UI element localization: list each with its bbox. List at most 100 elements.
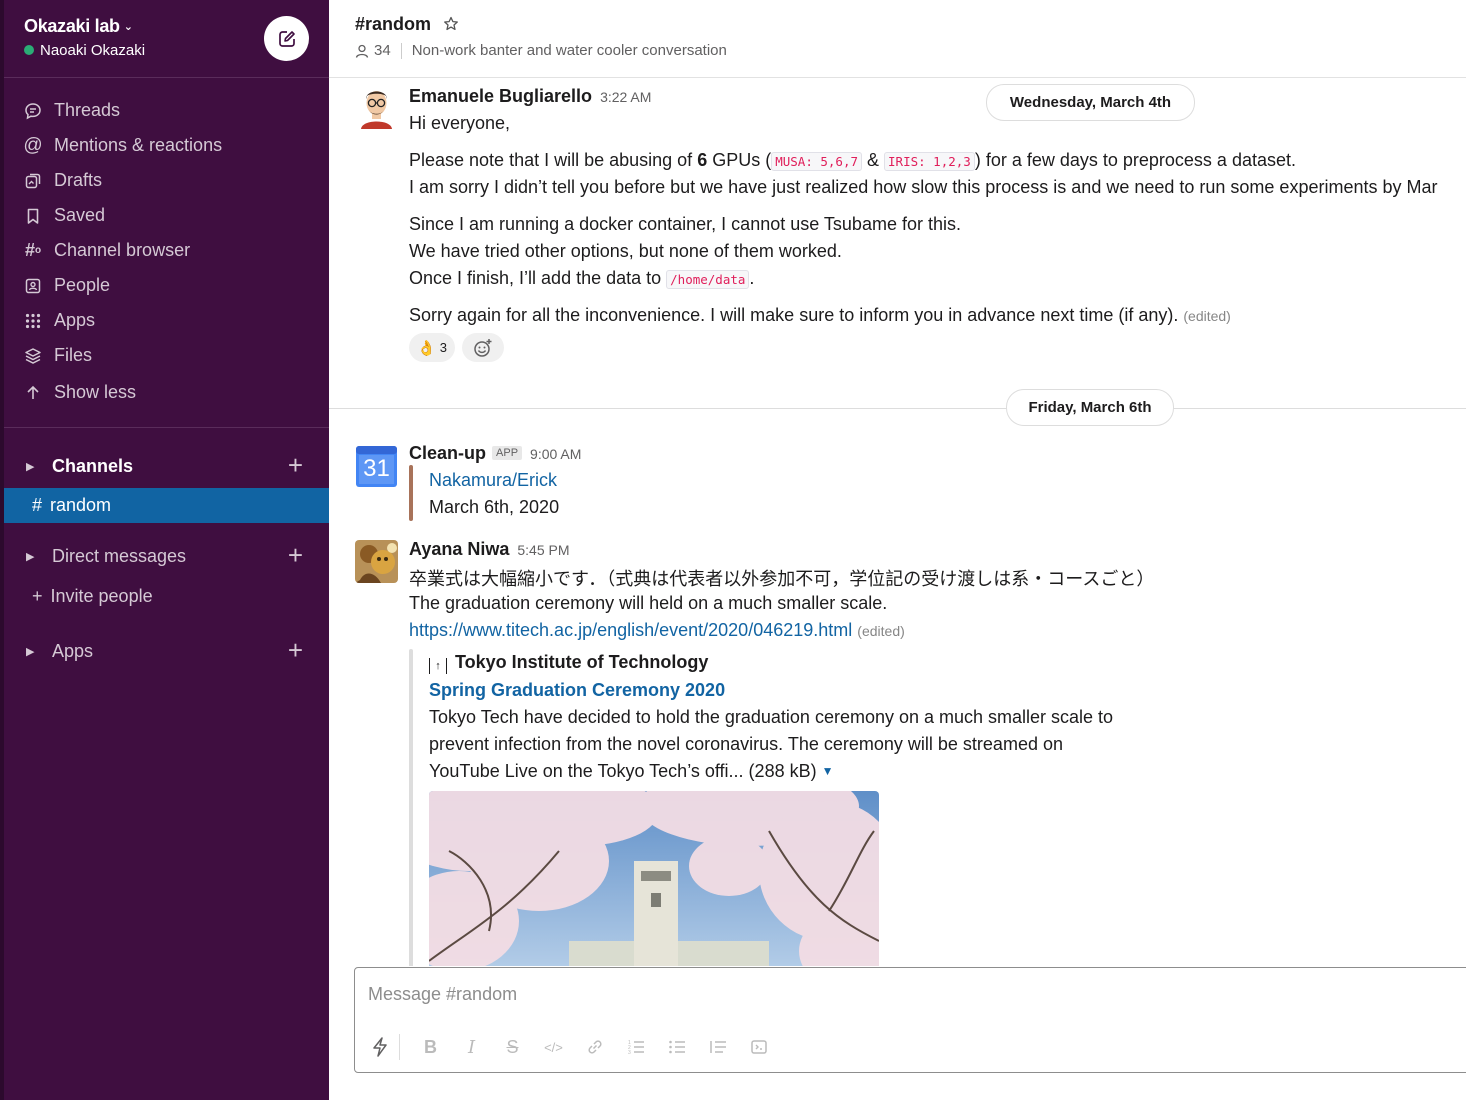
sidebar-nav: Threads @ Mentions & reactions Drafts Sa… xyxy=(4,93,329,410)
text-fragment: ) for a few days to preprocess a dataset… xyxy=(974,150,1296,170)
sidebar-item-mentions[interactable]: @ Mentions & reactions xyxy=(4,128,329,163)
sidebar-channel-random[interactable]: # random xyxy=(4,488,329,523)
drafts-icon xyxy=(24,172,42,190)
message-timestamp[interactable]: 5:45 PM xyxy=(517,542,569,558)
caret-right-icon: ▶ xyxy=(26,645,35,658)
sidebar-item-channel-browser[interactable]: # o Channel browser xyxy=(4,233,329,268)
channel-title[interactable]: #random xyxy=(355,14,431,35)
current-user-name: Naoaki Okazaki xyxy=(40,42,146,59)
channel-topic[interactable]: Non-work banter and water cooler convers… xyxy=(412,42,727,59)
people-icon xyxy=(24,277,42,295)
text-fragment: Please note that I will be abusing of xyxy=(409,150,698,170)
reaction-ok-hand[interactable]: 👌 3 xyxy=(409,333,455,362)
app-badge: APP xyxy=(492,446,523,460)
add-dm-button[interactable]: + xyxy=(288,542,303,568)
sidebar-item-apps[interactable]: Apps xyxy=(4,303,329,338)
sidebar-divider xyxy=(4,427,329,428)
workspace-header[interactable]: Okazaki lab ⌄ Naoaki Okazaki xyxy=(4,0,329,78)
message-author[interactable]: Emanuele Bugliarello xyxy=(409,86,592,106)
site-favicon-icon: ↑ xyxy=(429,658,447,674)
link-icon[interactable] xyxy=(574,1034,615,1060)
date-divider[interactable]: Wednesday, March 4th xyxy=(986,84,1195,121)
avatar[interactable] xyxy=(355,540,398,583)
add-reaction-button[interactable] xyxy=(462,333,504,362)
sidebar-item-threads[interactable]: Threads xyxy=(4,93,329,128)
event-title-link[interactable]: Nakamura/Erick xyxy=(429,470,557,491)
workspace-name[interactable]: Okazaki lab ⌄ xyxy=(24,16,133,37)
bold-icon[interactable]: B xyxy=(410,1034,451,1060)
channel-meta: 34 Non-work banter and water cooler conv… xyxy=(355,42,727,59)
message-link[interactable]: https://www.titech.ac.jp/english/event/2… xyxy=(409,620,852,640)
sidebar-item-people[interactable]: People xyxy=(4,268,329,303)
add-channel-button[interactable]: + xyxy=(288,452,303,478)
cherry-blossom-photo xyxy=(429,791,879,966)
sidebar-item-files[interactable]: Files xyxy=(4,338,329,373)
current-user: Naoaki Okazaki xyxy=(24,42,145,59)
sidebar-item-saved[interactable]: Saved xyxy=(4,198,329,233)
unfurl-site[interactable]: ↑ Tokyo Institute of Technology xyxy=(429,652,708,674)
sidebar-item-label: Saved xyxy=(54,205,106,225)
unfurl-image[interactable] xyxy=(429,791,879,966)
calendar-app-avatar[interactable]: 31 xyxy=(355,445,398,488)
unfurl-title-link[interactable]: Spring Graduation Ceremony 2020 xyxy=(429,680,725,701)
add-reaction-icon xyxy=(474,338,492,357)
svg-text:3: 3 xyxy=(628,1050,631,1055)
calendar-day: 31 xyxy=(363,455,390,482)
at-icon: @ xyxy=(23,134,43,156)
apps-icon xyxy=(24,312,42,330)
toolbar-divider xyxy=(399,1034,400,1060)
date-divider[interactable]: Friday, March 6th xyxy=(1006,389,1174,426)
channel-browser-icon: # o xyxy=(24,240,42,260)
expand-caret-icon[interactable]: ▼ xyxy=(822,764,834,778)
main-pane: #random 34 Non-work banter and water coo… xyxy=(329,0,1466,1100)
invite-people-label: Invite people xyxy=(50,585,153,606)
message-text: https://www.titech.ac.jp/english/event/2… xyxy=(409,620,905,641)
compose-button[interactable] xyxy=(264,16,309,61)
message-input[interactable]: Message #random xyxy=(368,984,517,1005)
message-timestamp[interactable]: 3:22 AM xyxy=(600,89,651,105)
sidebar-item-label: Threads xyxy=(54,100,121,120)
sidebar-item-drafts[interactable]: Drafts xyxy=(4,163,329,198)
code-block-icon[interactable] xyxy=(738,1034,779,1060)
sidebar-item-label: Drafts xyxy=(54,170,103,190)
code-icon[interactable]: </> xyxy=(533,1034,574,1060)
section-apps[interactable]: ▶ Apps + xyxy=(4,633,329,669)
star-icon[interactable] xyxy=(443,16,459,37)
bold-text: 6 xyxy=(697,150,708,170)
add-app-button[interactable]: + xyxy=(288,637,303,663)
sidebar-channel-label: random xyxy=(50,495,112,515)
ordered-list-icon[interactable]: 123 xyxy=(615,1034,656,1060)
member-count: 34 xyxy=(374,42,391,59)
section-dm-label: Direct messages xyxy=(52,545,187,566)
workspace-name-label: Okazaki lab xyxy=(24,16,120,36)
message-text: Hi everyone, xyxy=(409,113,511,133)
avatar[interactable] xyxy=(355,86,398,129)
invite-people-button[interactable]: + Invite people xyxy=(4,579,329,613)
meta-divider xyxy=(400,42,402,59)
message-composer[interactable]: Message #random B I S </> 123 xyxy=(354,967,1466,1073)
attachment-bar xyxy=(409,465,413,521)
message-timestamp[interactable]: 9:00 AM xyxy=(530,446,581,462)
shortcuts-lightning-icon[interactable] xyxy=(367,1034,393,1060)
section-channels[interactable]: ▶ Channels + xyxy=(4,448,329,484)
blockquote-icon[interactable] xyxy=(697,1034,738,1060)
sidebar-item-label: People xyxy=(54,275,111,295)
unfurl-description: Tokyo Tech have decided to hold the grad… xyxy=(429,707,1114,727)
section-direct-messages[interactable]: ▶ Direct messages + xyxy=(4,538,329,574)
arrow-up-icon xyxy=(24,384,42,402)
strikethrough-icon[interactable]: S xyxy=(492,1034,533,1060)
text-fragment: . xyxy=(749,268,755,288)
message-text: Sorry again for all the inconvenience. I… xyxy=(409,305,1231,326)
message-text: Please note that I will be abusing of 6 … xyxy=(409,150,1296,171)
sidebar-item-show-less[interactable]: Show less xyxy=(4,375,329,410)
bulleted-list-icon[interactable] xyxy=(656,1034,697,1060)
text-fragment: Once I finish, I’ll add the data to xyxy=(409,268,667,288)
plus-icon: + xyxy=(32,585,43,606)
message-text: The graduation ceremony will held on a m… xyxy=(409,593,888,613)
message-list: Emanuele Bugliarello 3:22 AM Wednesday, M… xyxy=(329,78,1466,966)
italic-icon[interactable]: I xyxy=(451,1034,492,1060)
member-count-button[interactable]: 34 xyxy=(355,42,391,59)
message-author[interactable]: Ayana Niwa xyxy=(409,539,509,559)
message-author[interactable]: Clean-up xyxy=(409,443,486,463)
compose-icon xyxy=(278,30,295,47)
